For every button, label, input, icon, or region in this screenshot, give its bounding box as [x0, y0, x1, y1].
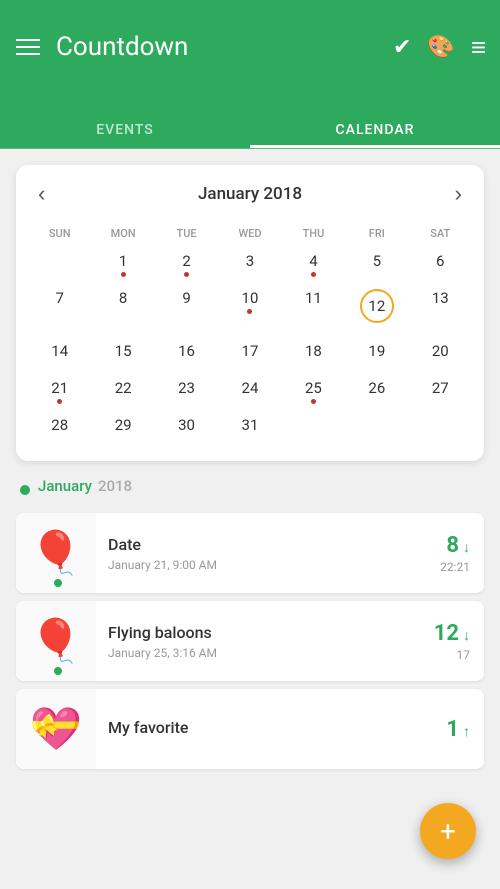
menu-icon[interactable] — [16, 39, 40, 55]
events-section: January 2018 🎈 Date January 21, 9:00 AM … — [0, 477, 500, 777]
calendar-day[interactable]: 2 — [155, 248, 218, 285]
calendar-day[interactable]: 21 — [28, 375, 91, 412]
event-count-num: 1 — [446, 717, 459, 742]
event-time: 22:21 — [440, 560, 470, 574]
calendar-month-title: January 2018 — [198, 184, 302, 204]
event-info: My favorite — [96, 708, 432, 751]
calendar-next-button[interactable]: › — [445, 177, 472, 211]
event-indicator-dot — [54, 667, 62, 675]
event-title: Flying baloons — [108, 623, 408, 642]
event-info: Flying baloons January 25, 3:16 AM — [96, 613, 420, 670]
event-countdown: 12 ↓ 17 — [420, 611, 484, 672]
calendar-day[interactable]: 16 — [155, 338, 218, 375]
event-count-num: 8 — [446, 533, 459, 558]
calendar-grid: SUN MON TUE WED THU FRI SAT 123456789101… — [28, 223, 472, 449]
event-item-my-favorite[interactable]: 💝 My favorite 1 ↑ — [16, 689, 484, 769]
event-count-arrow: ↓ — [463, 540, 470, 556]
tab-events[interactable]: EVENTS — [0, 110, 250, 148]
event-count-num: 12 — [434, 621, 459, 646]
event-indicator-dot — [54, 579, 62, 587]
event-emoji: 🎈 — [30, 529, 82, 578]
event-count-arrow: ↓ — [463, 628, 470, 644]
calendar-day[interactable]: 13 — [409, 285, 472, 338]
event-count: 8 ↓ — [440, 533, 470, 558]
calendar-day[interactable]: 25 — [282, 375, 345, 412]
event-item-date[interactable]: 🎈 Date January 21, 9:00 AM 8 ↓ 22:21 — [16, 513, 484, 593]
calendar-day[interactable]: 4 — [282, 248, 345, 285]
calendar-day[interactable]: 26 — [345, 375, 408, 412]
calendar-day[interactable]: 18 — [282, 338, 345, 375]
event-countdown: 8 ↓ 22:21 — [426, 523, 484, 584]
calendar-prev-button[interactable]: ‹ — [28, 177, 55, 211]
weekday-mon: MON — [91, 223, 154, 244]
calendar-day[interactable]: 27 — [409, 375, 472, 412]
calendar-day[interactable]: 19 — [345, 338, 408, 375]
tab-calendar[interactable]: CALENDAR — [250, 110, 500, 148]
event-time: 17 — [434, 648, 470, 662]
calendar-day[interactable]: 29 — [91, 412, 154, 449]
calendar-day[interactable]: 28 — [28, 412, 91, 449]
weekday-fri: FRI — [345, 223, 408, 244]
event-date: January 21, 9:00 AM — [108, 558, 414, 572]
app-title: Countdown — [56, 32, 377, 62]
weekday-thu: THU — [282, 223, 345, 244]
calendar-header: ‹ January 2018 › — [28, 177, 472, 211]
event-date: January 25, 3:16 AM — [108, 646, 408, 660]
calendar-day[interactable]: 17 — [218, 338, 281, 375]
header: Countdown ✔ 🎨 ≡ — [0, 0, 500, 110]
event-emoji: 💝 — [30, 705, 82, 754]
add-event-fab[interactable]: + — [420, 803, 476, 859]
calendar-weekdays: SUN MON TUE WED THU FRI SAT — [28, 223, 472, 244]
event-countdown: 1 ↑ — [432, 707, 484, 752]
event-count-arrow: ↑ — [463, 724, 470, 740]
event-emoji: 🎈 — [30, 617, 82, 666]
calendar-day[interactable]: 30 — [155, 412, 218, 449]
palette-icon[interactable]: 🎨 — [427, 35, 454, 60]
weekday-wed: WED — [218, 223, 281, 244]
calendar-day[interactable]: 22 — [91, 375, 154, 412]
calendar-day[interactable]: 31 — [218, 412, 281, 449]
event-item-flying-baloons[interactable]: 🎈 Flying baloons January 25, 3:16 AM 12 … — [16, 601, 484, 681]
calendar-day[interactable]: 23 — [155, 375, 218, 412]
calendar-day[interactable]: 1 — [91, 248, 154, 285]
calendar-day[interactable]: 3 — [218, 248, 281, 285]
section-month-label: January 2018 — [38, 477, 132, 495]
event-title: My favorite — [108, 718, 420, 737]
weekday-tue: TUE — [155, 223, 218, 244]
calendar-day[interactable]: 6 — [409, 248, 472, 285]
calendar-day[interactable]: 24 — [218, 375, 281, 412]
calendar-days: 1234567891011121314151617181920212223242… — [28, 248, 472, 449]
calendar-card: ‹ January 2018 › SUN MON TUE WED THU FRI… — [16, 165, 484, 461]
event-count: 12 ↓ — [434, 621, 470, 646]
event-title: Date — [108, 535, 414, 554]
check-icon[interactable]: ✔ — [393, 35, 411, 60]
event-count: 1 ↑ — [446, 717, 470, 742]
tab-bar: EVENTS CALENDAR — [0, 110, 500, 149]
weekday-sun: SUN — [28, 223, 91, 244]
event-list: 🎈 Date January 21, 9:00 AM 8 ↓ 22:21 🎈 F… — [16, 513, 484, 777]
calendar-day[interactable]: 10 — [218, 285, 281, 338]
weekday-sat: SAT — [409, 223, 472, 244]
calendar-day[interactable]: 20 — [409, 338, 472, 375]
sort-icon[interactable]: ≡ — [471, 32, 484, 63]
event-info: Date January 21, 9:00 AM — [96, 525, 426, 582]
calendar-day — [28, 248, 91, 285]
calendar-day[interactable]: 5 — [345, 248, 408, 285]
calendar-day[interactable]: 11 — [282, 285, 345, 338]
calendar-day[interactable]: 14 — [28, 338, 91, 375]
calendar-day[interactable]: 12 — [345, 285, 408, 338]
event-thumbnail: 💝 — [16, 689, 96, 769]
calendar-day[interactable]: 15 — [91, 338, 154, 375]
calendar-day[interactable]: 9 — [155, 285, 218, 338]
calendar-day[interactable]: 8 — [91, 285, 154, 338]
calendar-day[interactable]: 7 — [28, 285, 91, 338]
